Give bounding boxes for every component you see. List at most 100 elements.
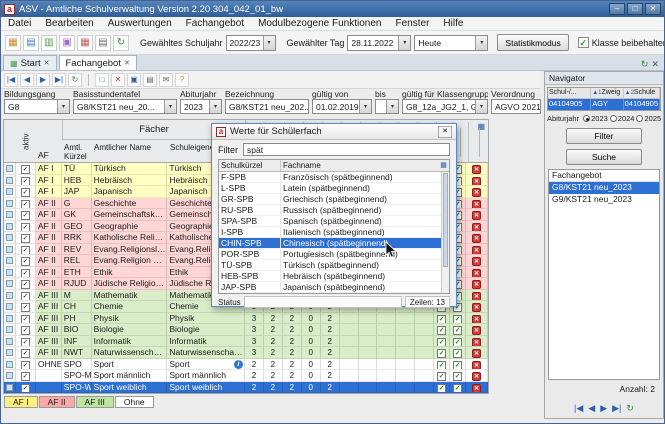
menu-datei[interactable]: Datei <box>1 17 38 30</box>
dialog-close-button[interactable]: ✕ <box>438 126 452 138</box>
schulkuerzel-column-header[interactable]: Schulkürzel <box>219 160 281 171</box>
amtlicher-name-column-header[interactable]: Amtlicher Name <box>92 143 168 152</box>
delete-row-button[interactable]: ✕ <box>472 177 481 186</box>
legend-af-i[interactable]: AF I <box>4 396 38 408</box>
dialog-row[interactable]: TÜ-SPBTürkisch (spätbeginnend) <box>219 260 441 271</box>
refresh-data-icon[interactable]: ↻ <box>68 73 82 87</box>
menu-modulbezogene-funktionen[interactable]: Modulbezogene Funktionen <box>251 17 388 30</box>
navigator-column-header[interactable]: Schul-/... <box>548 88 591 98</box>
delete-row-button[interactable]: ✕ <box>472 349 481 358</box>
flag-checkbox[interactable]: ✓ <box>453 384 462 393</box>
save-record-icon[interactable]: ▣ <box>127 73 141 87</box>
abiturjahr-radio-2025[interactable]: 2025 <box>636 114 661 123</box>
flag-checkbox[interactable]: ✓ <box>453 361 462 370</box>
aktiv-checkbox[interactable]: ✓ <box>21 349 30 358</box>
flag-checkbox[interactable]: ✓ <box>453 349 462 358</box>
dialog-row[interactable]: HEB-SPBHebräisch (spätbeginnend) <box>219 271 441 282</box>
abiturjahr-radio-2023[interactable]: 2023 <box>583 114 608 123</box>
dialog-row[interactable]: F-SPBFranzösisch (spätbeginnend) <box>219 172 441 183</box>
print-record-icon[interactable]: ▤ <box>143 73 157 87</box>
flag-checkbox[interactable]: ✓ <box>437 315 446 324</box>
chevron-down-icon[interactable]: ▾ <box>398 36 410 50</box>
dialog-row[interactable]: CHIN-SPBChinesisch (spätbeginnend) <box>219 238 441 249</box>
next-record-icon[interactable]: ▶ <box>600 401 607 415</box>
flag-checkbox[interactable]: ✓ <box>437 361 446 370</box>
flag-checkbox[interactable]: ✓ <box>453 315 462 324</box>
close-button[interactable]: ✕ <box>645 3 661 15</box>
scrollbar-thumb[interactable] <box>443 173 448 267</box>
navigator-column-header[interactable]: ▲1Zweig <box>591 88 623 98</box>
menu-bearbeiten[interactable]: Bearbeiten <box>38 17 100 30</box>
dialog-title-bar[interactable]: a Werte für Schülerfach ✕ <box>212 124 456 140</box>
fachangebot-item[interactable]: G9/KST21 neu_2023 <box>549 194 659 206</box>
maximize-button[interactable]: □ <box>627 3 643 15</box>
refresh-icon[interactable]: ↻ <box>626 401 634 415</box>
klassengruppen-input[interactable]: G8_12a_JG2_1, G8_12b_JG2...▾ <box>402 99 488 114</box>
dialog-row[interactable]: RU-SPBRussisch (spätbeginnend) <box>219 205 441 216</box>
grid-icon[interactable]: ▦ <box>5 35 21 51</box>
legend-ohne[interactable]: Ohne <box>115 396 154 408</box>
kuerzel-column-header[interactable]: Amtl. Kürzel <box>62 143 92 161</box>
delete-row-button[interactable]: ✕ <box>472 280 481 289</box>
basisstundentafel-input[interactable]: G8/KST21 neu_20...▾ <box>73 99 177 114</box>
dialog-row[interactable]: L-SPBLatein (spätbeginnend) <box>219 183 441 194</box>
reset-view-icon[interactable]: ↻ <box>641 59 649 70</box>
tab-fachangebot[interactable]: Fachangebot✕ <box>59 55 137 70</box>
chevron-down-icon[interactable]: ▾ <box>164 100 176 113</box>
delete-row-button[interactable]: ✕ <box>472 338 481 347</box>
menu-hilfe[interactable]: Hilfe <box>436 17 470 30</box>
delete-row-button[interactable]: ✕ <box>472 384 481 393</box>
filter-button[interactable]: Filter <box>566 128 642 144</box>
fachangebot-item[interactable]: G8/KST21 neu_2023 <box>549 182 659 194</box>
flag-checkbox[interactable]: ✓ <box>437 384 446 393</box>
menu-auswertungen[interactable]: Auswertungen <box>101 17 179 30</box>
aktiv-checkbox[interactable]: ✓ <box>21 211 30 220</box>
last-record-icon[interactable]: ▶| <box>52 73 66 87</box>
dialog-row[interactable]: I-SPBItalienisch (spätbeginnend) <box>219 227 441 238</box>
aktiv-checkbox[interactable]: ✓ <box>21 177 30 186</box>
chevron-down-icon[interactable]: ▾ <box>386 100 398 113</box>
menu-fenster[interactable]: Fenster <box>389 17 437 30</box>
flag-checkbox[interactable]: ✓ <box>437 326 446 335</box>
flag-checkbox[interactable]: ✓ <box>453 372 462 381</box>
chevron-down-icon[interactable]: ▾ <box>57 100 69 113</box>
aktiv-checkbox[interactable]: ✓ <box>21 165 30 174</box>
aktiv-checkbox[interactable]: ✓ <box>21 257 30 266</box>
navigator-column-header[interactable]: ▲2Schule <box>624 88 660 98</box>
delete-row-button[interactable]: ✕ <box>472 257 481 266</box>
refresh-icon[interactable]: ↻ <box>113 35 129 51</box>
mail-icon[interactable]: ✉ <box>159 73 173 87</box>
previous-record-icon[interactable]: ◀ <box>588 401 595 415</box>
bezeichnung-input[interactable]: G8/KST21 neu_202... <box>225 99 309 114</box>
delete-row-button[interactable]: ✕ <box>472 211 481 220</box>
table-row[interactable]: ✓AF IIINWTNaturwissenschaft und TechnikN… <box>4 347 488 359</box>
aktiv-checkbox[interactable]: ✓ <box>21 188 30 197</box>
next-record-icon[interactable]: ▶ <box>36 73 50 87</box>
dialog-column-config-icon[interactable]: ▦ <box>438 160 449 171</box>
help-icon[interactable]: ? <box>175 73 189 87</box>
chevron-down-icon[interactable]: ▾ <box>475 36 487 50</box>
delete-row-button[interactable]: ✕ <box>472 200 481 209</box>
aktiv-checkbox[interactable]: ✓ <box>21 372 30 381</box>
flag-checkbox[interactable]: ✓ <box>453 338 462 347</box>
table-row[interactable]: ✓AF IIIINFInformatikInformatik32202✓✓✕ <box>4 336 488 348</box>
verordnung-input[interactable]: AGVO 2021 <box>491 99 541 114</box>
table-icon[interactable]: ▤ <box>23 35 39 51</box>
aktiv-checkbox[interactable]: ✓ <box>21 269 30 278</box>
schuljahr-select[interactable]: 2022/23 ▾ <box>226 35 276 51</box>
delete-row-button[interactable]: ✕ <box>472 234 481 243</box>
chevron-down-icon[interactable]: ▾ <box>263 36 275 50</box>
aktiv-checkbox[interactable]: ✓ <box>21 326 30 335</box>
legend-af-iii[interactable]: AF III <box>76 396 114 408</box>
legend-af-ii[interactable]: AF II <box>39 396 75 408</box>
school-row[interactable]: 04104905AGY04104905 <box>548 99 660 110</box>
delete-row-button[interactable]: ✕ <box>472 303 481 312</box>
aktiv-column-header[interactable]: aktiv <box>17 122 35 162</box>
aktiv-checkbox[interactable]: ✓ <box>21 384 30 393</box>
delete-row-button[interactable]: ✕ <box>472 165 481 174</box>
form-icon[interactable]: ▣ <box>59 35 75 51</box>
aktiv-checkbox[interactable]: ✓ <box>21 223 30 232</box>
aktiv-checkbox[interactable]: ✓ <box>21 200 30 209</box>
delete-row-button[interactable]: ✕ <box>472 315 481 324</box>
delete-row-button[interactable]: ✕ <box>472 269 481 278</box>
